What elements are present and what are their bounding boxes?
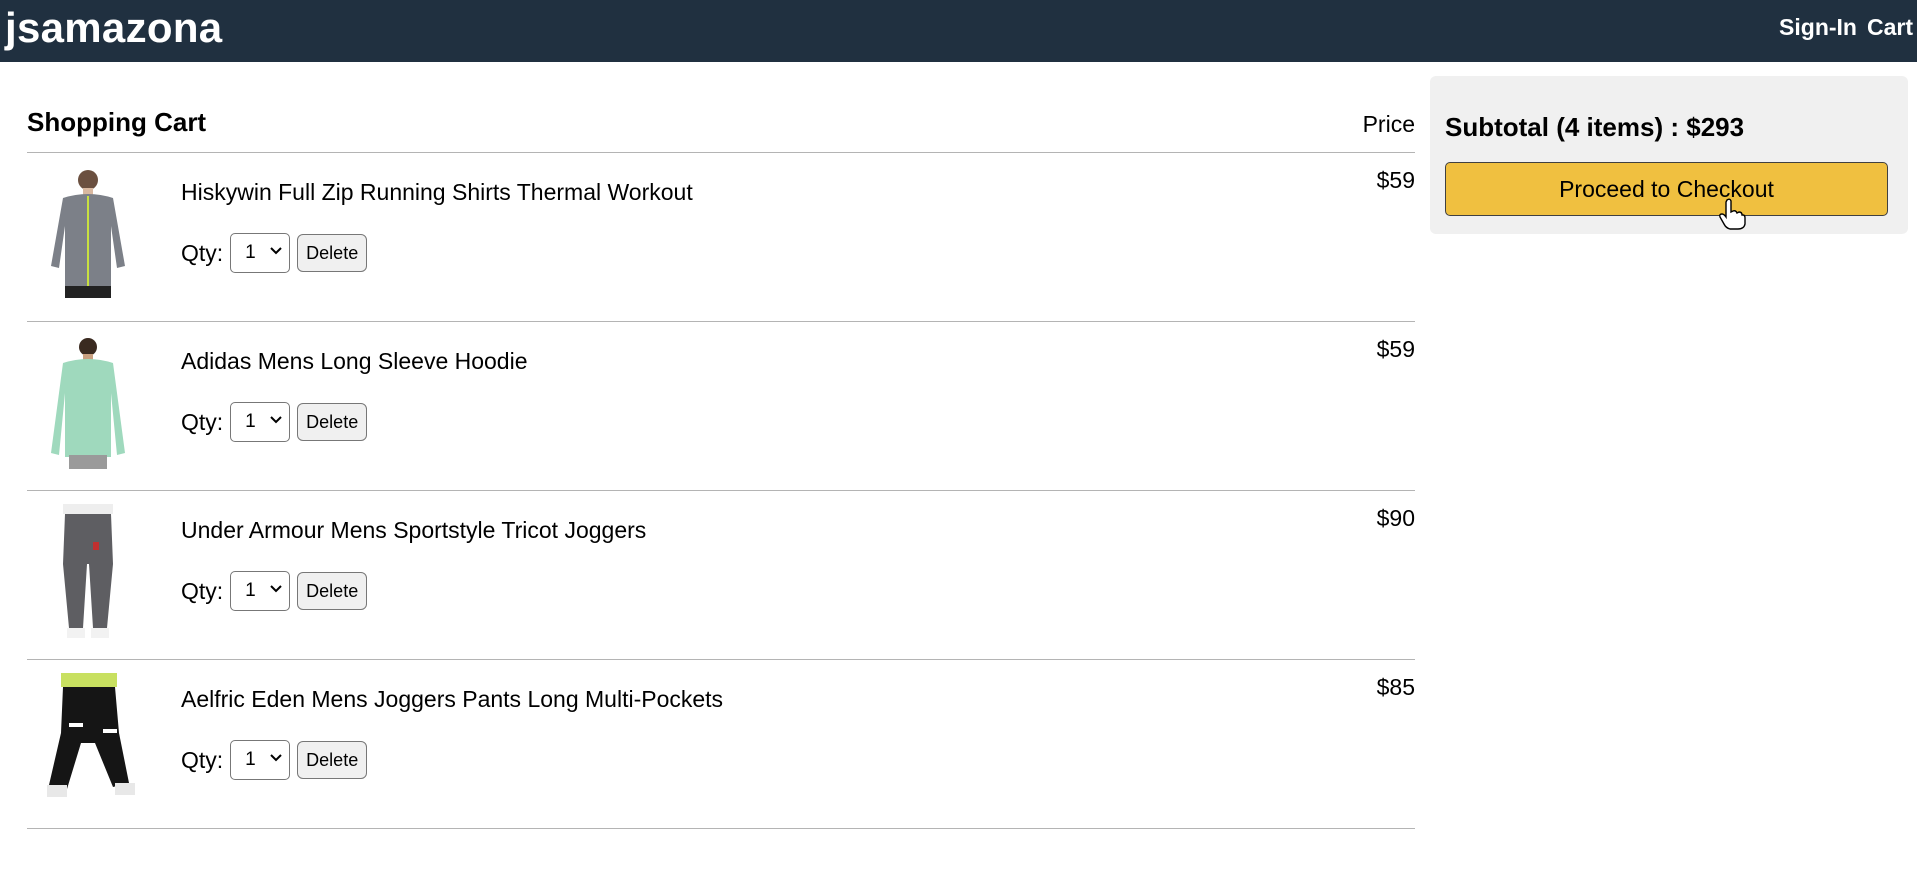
delete-button[interactable]: Delete: [297, 234, 368, 272]
cart-item-row: Adidas Mens Long Sleeve Hoodie Qty: 1 De…: [27, 322, 1415, 491]
qty-control: Qty: 1 Delete: [181, 233, 368, 273]
product-image[interactable]: [33, 335, 143, 471]
item-name-link[interactable]: Aelfric Eden Mens Joggers Pants Long Mul…: [181, 686, 723, 713]
page-title: Shopping Cart: [27, 107, 207, 137]
sign-in-link[interactable]: Sign-In: [1779, 14, 1857, 41]
item-name-link[interactable]: Under Armour Mens Sportstyle Tricot Jogg…: [181, 517, 646, 544]
item-price: $59: [1376, 167, 1415, 193]
brand-logo-link[interactable]: jsamazona: [5, 7, 222, 49]
product-image[interactable]: [33, 166, 143, 302]
cart-item-row: Hiskywin Full Zip Running Shirts Thermal…: [27, 153, 1415, 322]
header: jsamazona Sign-In Cart: [0, 0, 1917, 62]
qty-label: Qty:: [181, 408, 224, 435]
qty-label: Qty:: [181, 746, 224, 773]
qty-label: Qty:: [181, 239, 224, 266]
cart-item-row: Under Armour Mens Sportstyle Tricot Jogg…: [27, 491, 1415, 660]
order-summary-card: Subtotal (4 items) : $293 Proceed to Che…: [1430, 76, 1908, 234]
item-price: $90: [1376, 505, 1415, 531]
qty-value: 1: [245, 411, 256, 432]
cart-item-row: Aelfric Eden Mens Joggers Pants Long Mul…: [27, 660, 1415, 829]
product-image-joggers-gray: [63, 504, 113, 638]
header-nav: Sign-In Cart: [1779, 14, 1913, 41]
hand-pointer-cursor-icon: [1719, 198, 1746, 230]
product-image[interactable]: [33, 504, 143, 640]
qty-select[interactable]: 1: [230, 233, 291, 273]
item-price: $85: [1376, 674, 1415, 700]
item-name-link[interactable]: Hiskywin Full Zip Running Shirts Thermal…: [181, 179, 693, 206]
qty-label: Qty:: [181, 577, 224, 604]
cart-link[interactable]: Cart: [1867, 14, 1913, 41]
qty-value: 1: [245, 580, 256, 601]
qty-value: 1: [245, 242, 256, 263]
cart-panel: Shopping Cart Price Hiskywin Full Zip Ru…: [27, 99, 1415, 829]
product-image-shirt-gray: [51, 170, 125, 298]
qty-select[interactable]: 1: [230, 740, 291, 780]
product-image-cargo-joggers-black: [47, 673, 135, 797]
delete-button[interactable]: Delete: [297, 403, 368, 441]
product-image[interactable]: [33, 673, 143, 809]
delete-button[interactable]: Delete: [297, 572, 368, 610]
qty-value: 1: [245, 749, 256, 770]
product-image-hoodie-mint: [51, 338, 125, 469]
cart-header: Shopping Cart Price: [27, 99, 1415, 153]
item-price: $59: [1376, 336, 1415, 362]
item-name-link[interactable]: Adidas Mens Long Sleeve Hoodie: [181, 348, 528, 375]
chevron-down-icon: [270, 416, 282, 424]
qty-control: Qty: 1 Delete: [181, 740, 368, 780]
qty-control: Qty: 1 Delete: [181, 571, 368, 611]
delete-button[interactable]: Delete: [297, 741, 368, 779]
qty-control: Qty: 1 Delete: [181, 402, 368, 442]
chevron-down-icon: [270, 247, 282, 255]
qty-select[interactable]: 1: [230, 402, 291, 442]
chevron-down-icon: [270, 754, 282, 762]
qty-select[interactable]: 1: [230, 571, 291, 611]
chevron-down-icon: [270, 585, 282, 593]
price-column-header: Price: [1362, 111, 1415, 137]
proceed-to-checkout-button[interactable]: Proceed to Checkout: [1445, 162, 1888, 216]
subtotal-text: Subtotal (4 items) : $293: [1445, 112, 1745, 142]
